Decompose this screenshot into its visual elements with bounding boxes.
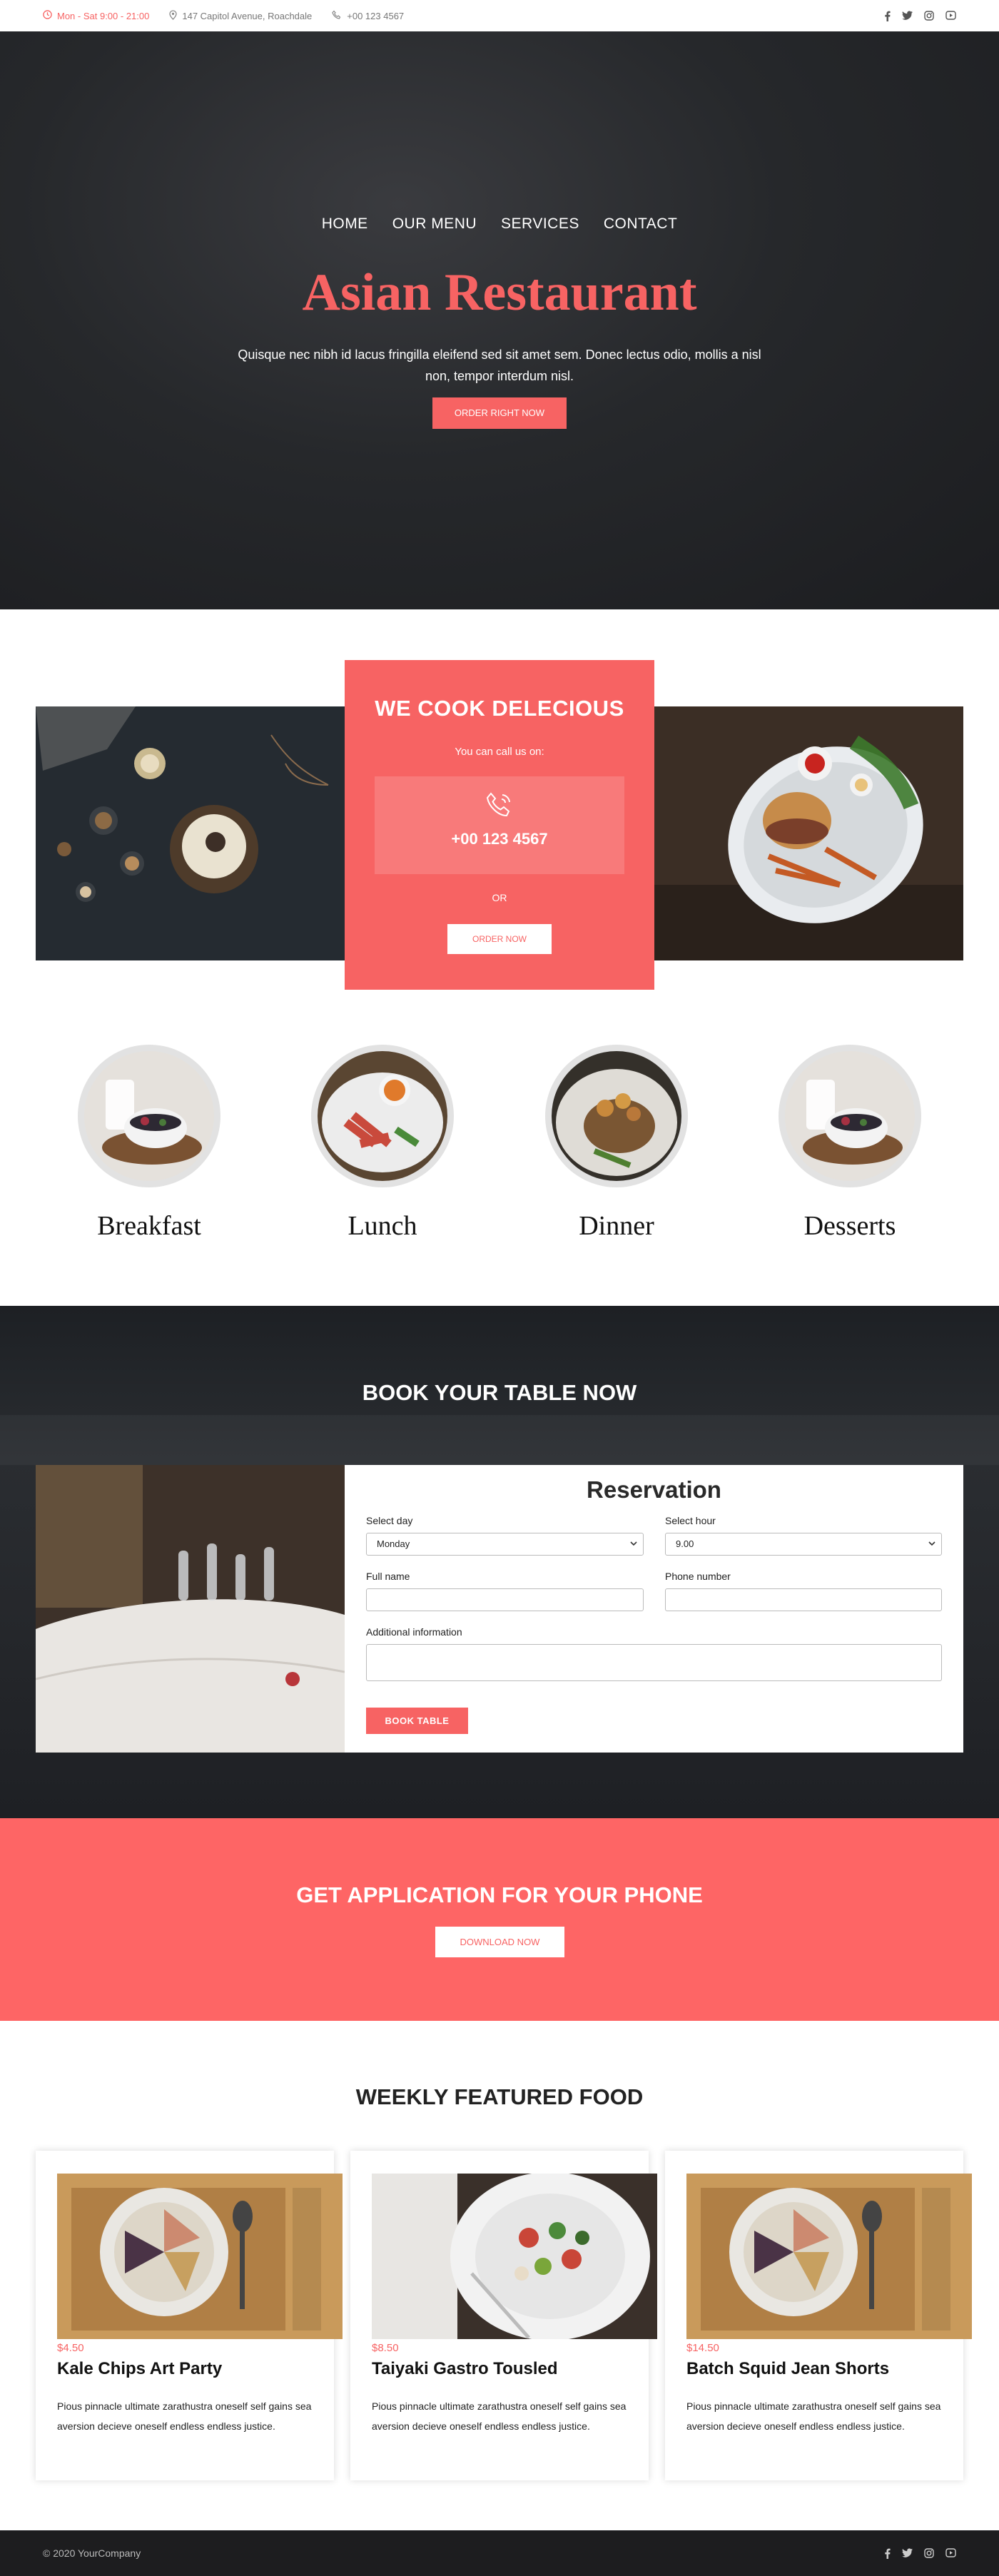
food-title: Taiyaki Gastro Tousled	[372, 2359, 558, 2378]
twitter-icon[interactable]	[902, 10, 913, 21]
food-title: Kale Chips Art Party	[57, 2359, 223, 2378]
food-title: Batch Squid Jean Shorts	[686, 2359, 890, 2378]
booking-section: BOOK YOUR TABLE NOW Reservation Select d…	[0, 1306, 999, 1818]
clock-icon	[43, 10, 57, 21]
chevron-down-icon	[630, 1533, 637, 1563]
instagram-icon[interactable]	[924, 10, 934, 21]
food-table-photo	[36, 706, 345, 960]
nav-home[interactable]: HOME	[322, 215, 368, 233]
food-price: $4.50	[57, 2342, 84, 2354]
select-day-value: Monday	[377, 1538, 410, 1549]
full-name-input[interactable]	[366, 1588, 644, 1611]
nav-our-menu[interactable]: OUR MENU	[392, 215, 477, 233]
address-text: 147 Capitol Avenue, Roachdale	[182, 10, 313, 21]
breakfast-photo	[84, 1051, 214, 1181]
book-table-button[interactable]: BOOK TABLE	[366, 1708, 468, 1734]
food-description: Pious pinnacle ultimate zarathustra ones…	[372, 2400, 627, 2432]
food-card-photo	[57, 2174, 343, 2339]
app-title: GET APPLICATION FOR YOUR PHONE	[296, 1882, 703, 1907]
category-image-frame	[545, 1045, 688, 1187]
category-label: Lunch	[348, 1211, 417, 1241]
category-breakfast[interactable]: Breakfast	[78, 1045, 220, 1242]
food-card[interactable]: $14.50 Batch Squid Jean Shorts Pious pin…	[665, 2151, 972, 2480]
top-bar: Mon - Sat 9:00 - 21:00 147 Capitol Avenu…	[0, 0, 999, 31]
food-price: $8.50	[372, 2342, 399, 2354]
phone-call-icon	[484, 792, 515, 823]
food-description: Pious pinnacle ultimate zarathustra ones…	[57, 2400, 312, 2432]
category-label: Breakfast	[97, 1211, 201, 1241]
opening-hours-text: Mon - Sat 9:00 - 21:00	[57, 10, 150, 21]
twitter-icon[interactable]	[902, 2547, 913, 2559]
category-label: Dinner	[579, 1211, 654, 1241]
select-day-label: Select day	[366, 1515, 413, 1526]
phone-box[interactable]: +00 123 4567	[375, 776, 624, 874]
select-hour-dropdown[interactable]: 9.00	[665, 1533, 942, 1556]
restaurant-table-photo	[36, 1465, 345, 1753]
food-card-photo	[372, 2174, 657, 2339]
download-now-button[interactable]: DOWNLOAD NOW	[435, 1927, 564, 1957]
or-separator: OR	[492, 892, 507, 903]
full-name-label: Full name	[366, 1571, 410, 1582]
food-card[interactable]: $4.50 Kale Chips Art Party Pious pinnacl…	[36, 2151, 343, 2480]
category-lunch[interactable]: Lunch	[311, 1045, 454, 1242]
phone-text: +00 123 4567	[347, 10, 405, 21]
select-hour-label: Select hour	[665, 1515, 716, 1526]
additional-info-textarea[interactable]	[366, 1644, 942, 1681]
food-card[interactable]: $8.50 Taiyaki Gastro Tousled Pious pinna…	[350, 2151, 657, 2480]
decorative-band	[0, 1415, 999, 1465]
reservation-form: Reservation Select day Monday Select hou…	[345, 1465, 963, 1753]
dinner-photo	[552, 1051, 681, 1181]
instagram-icon[interactable]	[924, 2547, 934, 2559]
booking-title: BOOK YOUR TABLE NOW	[362, 1380, 637, 1405]
call-subtitle: You can call us on:	[455, 746, 544, 758]
phone-number-label: Phone number	[665, 1571, 731, 1582]
footer: © 2020 YourCompany	[0, 2530, 999, 2576]
additional-info-label: Additional information	[366, 1626, 462, 1638]
nav-contact[interactable]: CONTACT	[604, 215, 677, 233]
call-us-box: WE COOK DELECIOUS You can call us on: +0…	[345, 660, 654, 990]
hero-text: Quisque nec nibh id lacus fringilla elei…	[238, 348, 761, 383]
lunch-photo	[318, 1051, 447, 1181]
category-image-frame	[78, 1045, 220, 1187]
category-image-frame	[779, 1045, 921, 1187]
category-image-frame	[311, 1045, 454, 1187]
order-now-button[interactable]: ORDER NOW	[447, 924, 552, 954]
burger-plate-photo	[654, 706, 963, 960]
social-links	[873, 10, 956, 21]
app-download-section: GET APPLICATION FOR YOUR PHONE DOWNLOAD …	[0, 1818, 999, 2021]
main-nav: HOME OUR MENU SERVICES CONTACT	[0, 215, 999, 233]
call-phone-number: +00 123 4567	[451, 830, 548, 848]
category-desserts[interactable]: Desserts	[779, 1045, 921, 1242]
desserts-photo	[785, 1051, 915, 1181]
call-title: WE COOK DELECIOUS	[375, 696, 624, 721]
copyright: © 2020 YourCompany	[43, 2547, 141, 2559]
phone-icon	[332, 10, 347, 22]
order-right-now-button[interactable]: ORDER RIGHT NOW	[432, 397, 567, 429]
facebook-icon[interactable]	[884, 11, 891, 21]
food-price: $14.50	[686, 2342, 719, 2354]
map-pin-icon	[169, 9, 182, 22]
category-dinner[interactable]: Dinner	[545, 1045, 688, 1242]
footer-social-links	[873, 2547, 956, 2559]
featured-title: WEEKLY FEATURED FOOD	[355, 2084, 644, 2109]
select-hour-value: 9.00	[676, 1538, 694, 1549]
phone-number-input[interactable]	[665, 1588, 942, 1611]
reservation-title: Reservation	[587, 1476, 721, 1503]
hero-section: HOME OUR MENU SERVICES CONTACT Asian Res…	[0, 31, 999, 609]
youtube-icon[interactable]	[945, 2547, 956, 2559]
phone[interactable]: +00 123 4567	[332, 10, 404, 22]
opening-hours: Mon - Sat 9:00 - 21:00	[43, 10, 149, 21]
hero-title: Asian Restaurant	[302, 263, 697, 322]
food-description: Pious pinnacle ultimate zarathustra ones…	[686, 2400, 941, 2432]
youtube-icon[interactable]	[945, 10, 956, 21]
address: 147 Capitol Avenue, Roachdale	[169, 9, 313, 22]
nav-services[interactable]: SERVICES	[501, 215, 579, 233]
food-card-photo	[686, 2174, 972, 2339]
facebook-icon[interactable]	[884, 2548, 891, 2559]
category-label: Desserts	[803, 1211, 896, 1241]
select-day-dropdown[interactable]: Monday	[366, 1533, 644, 1556]
chevron-down-icon	[928, 1533, 935, 1563]
